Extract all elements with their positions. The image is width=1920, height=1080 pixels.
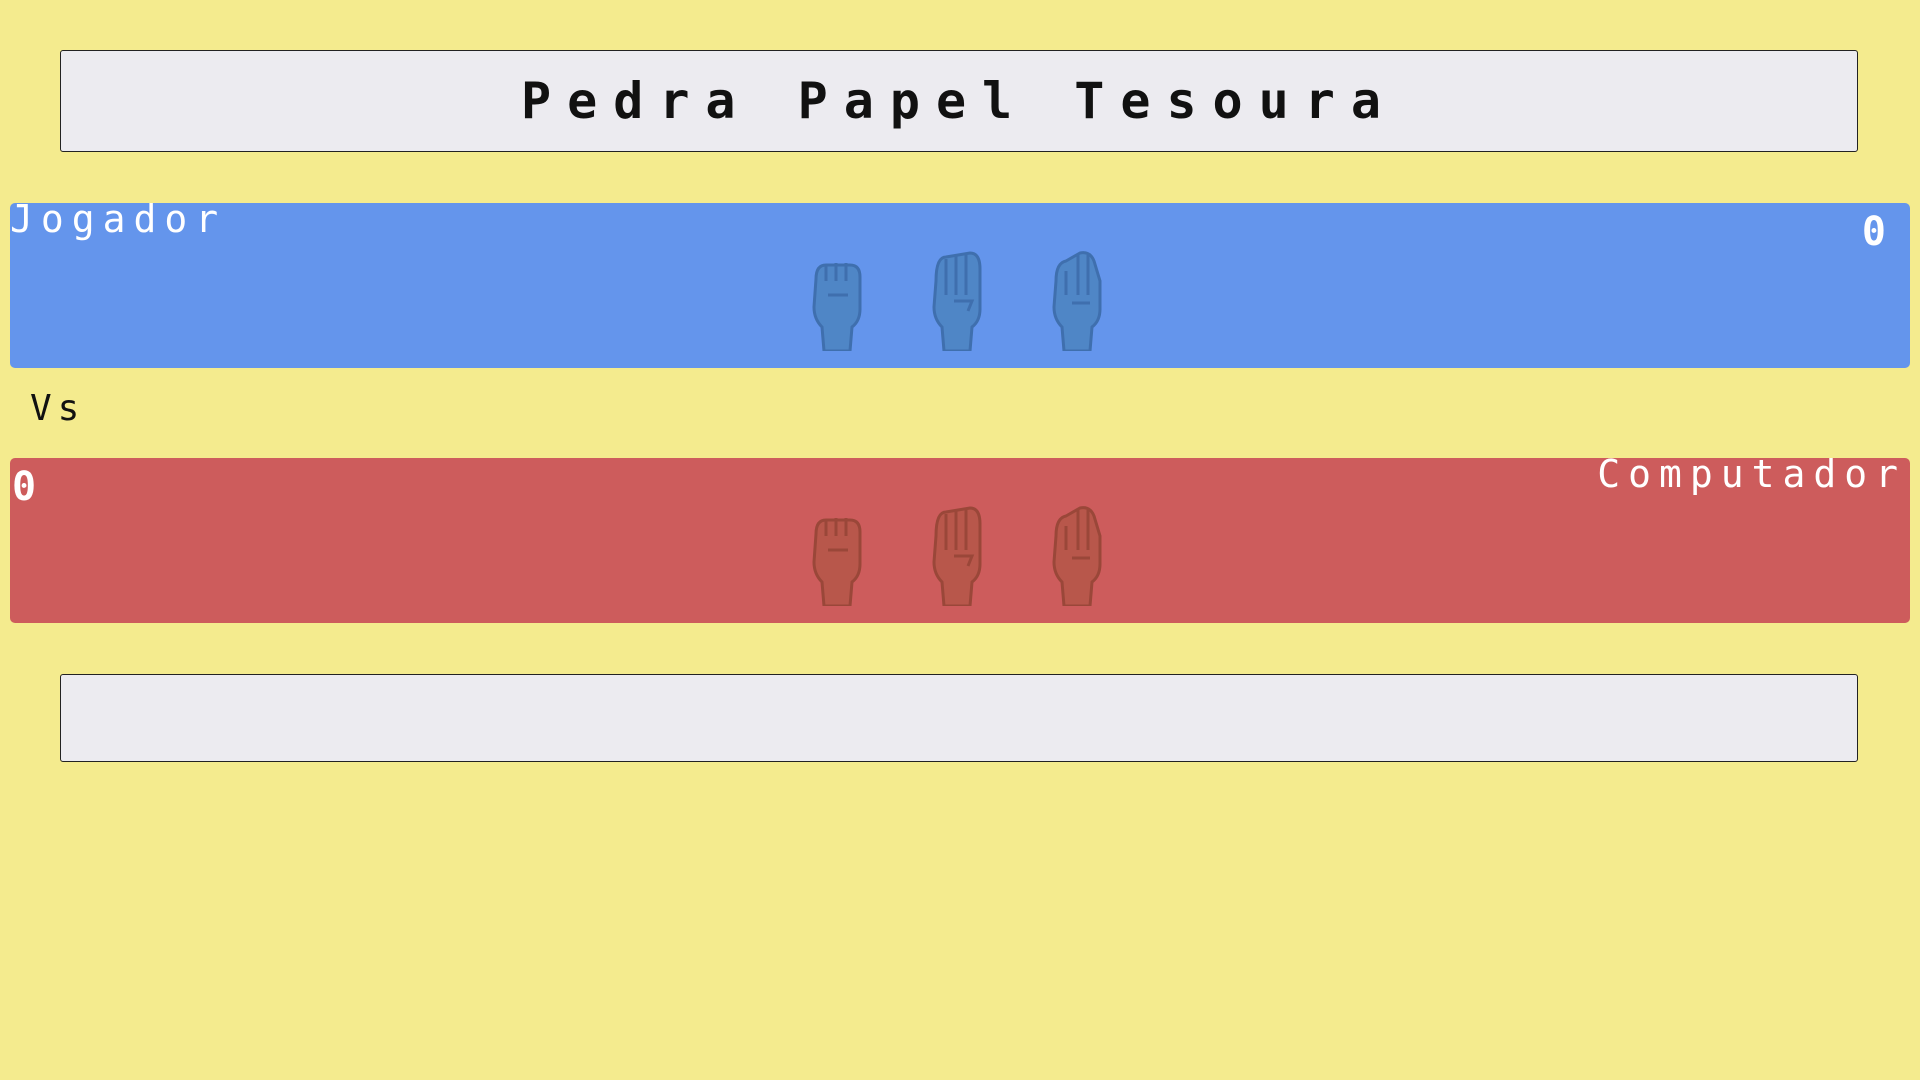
rock-hand-icon[interactable]: [808, 251, 866, 353]
computer-label: Computador: [1597, 452, 1906, 496]
player-label: Jogador: [10, 197, 227, 241]
scissors-hand-icon[interactable]: [1048, 251, 1106, 353]
player-choices: [808, 251, 1106, 353]
player-panel: Jogador 0: [10, 197, 1910, 368]
player-score: 0: [1861, 209, 1886, 255]
computer-choices: [808, 506, 1106, 608]
computer-panel: 0 Computador: [10, 452, 1910, 623]
versus-label: Vs: [30, 388, 86, 429]
paper-hand-icon: [928, 506, 986, 608]
computer-score: 0: [12, 464, 37, 510]
result-box: [60, 674, 1858, 762]
rock-hand-icon: [808, 506, 866, 608]
title-box: Pedra Papel Tesoura: [60, 50, 1858, 152]
game-title: Pedra Papel Tesoura: [521, 72, 1397, 130]
paper-hand-icon[interactable]: [928, 251, 986, 353]
scissors-hand-icon: [1048, 506, 1106, 608]
